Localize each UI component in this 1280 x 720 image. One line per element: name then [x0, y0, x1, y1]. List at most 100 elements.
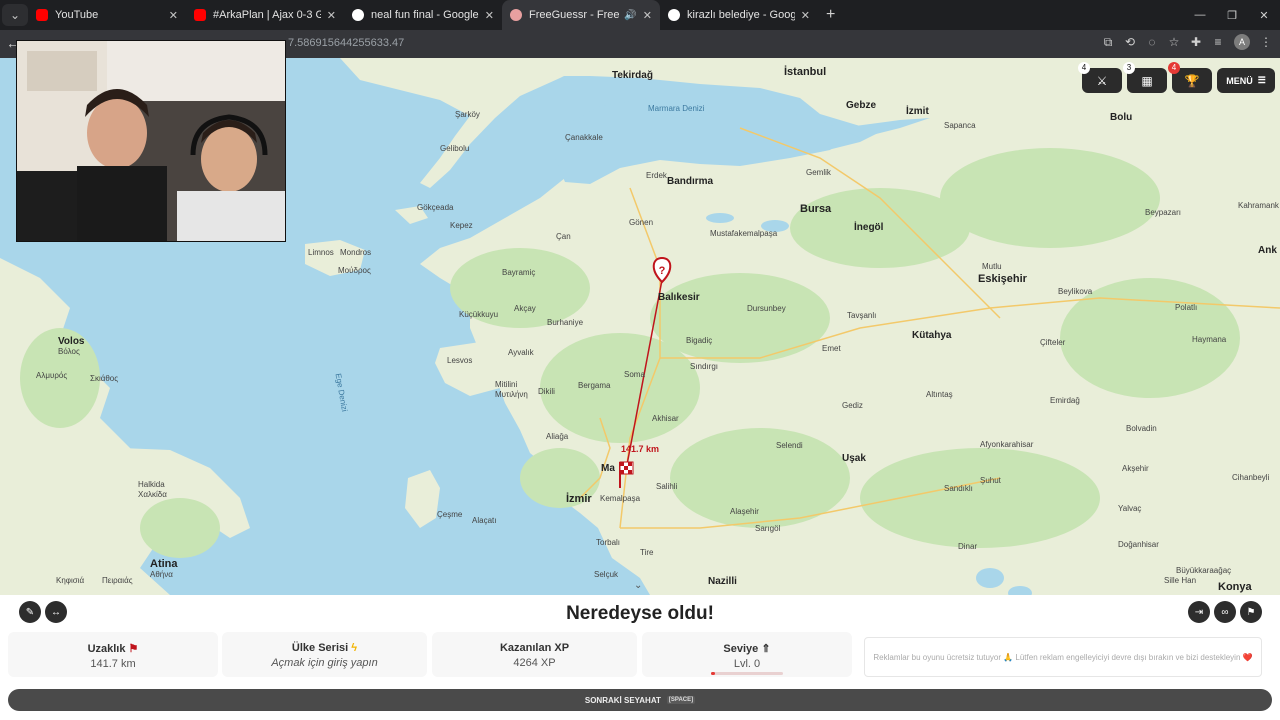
- stat-heading: Uzaklık: [87, 643, 126, 655]
- map-label: İzmir: [566, 493, 592, 505]
- close-tab-icon[interactable]: ✕: [169, 9, 178, 22]
- map-label: Emirdağ: [1050, 396, 1080, 405]
- bolt-icon: ϟ: [351, 642, 358, 654]
- next-round-button[interactable]: SONRAKİ SEYAHAT [SPACE]: [8, 689, 1272, 711]
- map-label: Şuhut: [980, 476, 1001, 485]
- trophy-badge: 4: [1168, 62, 1180, 74]
- close-tab-icon[interactable]: ✕: [327, 9, 336, 22]
- map-label: İnegöl: [854, 222, 884, 233]
- map-label: Σκιάθος: [90, 374, 119, 383]
- browser-tab[interactable]: #ArkaPlan | Ajax 0-3 Galatasa ✕: [186, 0, 344, 30]
- stat-heading: Seviye: [723, 643, 759, 655]
- map-label: Afyonkarahisar: [980, 440, 1034, 449]
- minimize-icon[interactable]: —: [1184, 9, 1216, 21]
- map-label: Limnos: [308, 248, 334, 257]
- map-label: Çifteler: [1040, 338, 1066, 347]
- map-label: Balıkesir: [658, 292, 700, 303]
- map-label: Bolvadin: [1126, 424, 1157, 433]
- map-label: Ma: [601, 463, 615, 474]
- map-label: Burhaniye: [547, 318, 584, 327]
- browser-tab-strip: ⌄ YouTube ✕ #ArkaPlan | Ajax 0-3 Galatas…: [0, 0, 1280, 30]
- close-window-icon[interactable]: ✕: [1248, 9, 1280, 22]
- result-title: Neredeyse oldu!: [566, 603, 714, 624]
- next-round-label: SONRAKİ SEYAHAT: [584, 695, 661, 705]
- map-label: Kahramank: [1238, 201, 1279, 210]
- trophy-icon: 🏆: [1184, 73, 1200, 88]
- leaderboard-button[interactable]: 🏆 4: [1168, 62, 1212, 93]
- browser-tab-active[interactable]: FreeGuessr - Free GeoGuess 🔊 ✕: [502, 0, 660, 30]
- stat-value[interactable]: Açmak için giriş yapın: [222, 657, 427, 669]
- map-label: Tire: [640, 548, 654, 557]
- profile-avatar[interactable]: A: [1234, 34, 1250, 50]
- shop-button[interactable]: ▦ 3: [1123, 62, 1167, 93]
- close-tab-icon[interactable]: ✕: [485, 9, 494, 22]
- land-chios: [405, 470, 440, 528]
- youtube-favicon-icon: [194, 9, 206, 21]
- map-label: Erdek: [646, 171, 667, 180]
- map-label: Beylikova: [1058, 287, 1093, 296]
- map-label: Gönen: [629, 218, 654, 227]
- map-label: Dinar: [958, 542, 978, 551]
- flag-icon: ⚑: [128, 643, 139, 655]
- map-label: Αθήνα: [150, 570, 173, 579]
- map-label: Beypazarı: [1145, 208, 1182, 217]
- tab-title: kirazlı belediye - Google'da Ara: [687, 9, 795, 21]
- map-label: Çan: [556, 232, 571, 241]
- url-text[interactable]: 7.586915644255633.47: [288, 37, 404, 49]
- browser-tab[interactable]: YouTube ✕: [28, 0, 186, 30]
- bookmark-star-icon[interactable]: ☆: [1168, 35, 1180, 49]
- map-label: Gemlik: [806, 168, 831, 177]
- map-label: Kütahya: [912, 330, 952, 341]
- eye-off-icon[interactable]: ◌: [1146, 35, 1158, 49]
- browser-tab[interactable]: neal fun final - Google'da Ara ✕: [344, 0, 502, 30]
- ad-notice: Reklamlar bu oyunu ücretsiz tutuyor 🙏 Lü…: [864, 637, 1262, 677]
- media-icon[interactable]: ≡: [1212, 35, 1224, 49]
- new-tab-icon[interactable]: +: [826, 6, 835, 24]
- map-label: Kepez: [450, 221, 473, 230]
- close-tab-icon[interactable]: ✕: [801, 9, 810, 22]
- map-label: İstanbul: [784, 66, 827, 78]
- close-tab-icon[interactable]: ✕: [643, 9, 652, 22]
- map-label: Gebze: [846, 100, 877, 111]
- map-label: Akhisar: [652, 414, 679, 423]
- map-label: Sındırgı: [690, 362, 719, 371]
- map-label: Αλμυρός: [36, 371, 68, 380]
- stat-level: Seviye ⇑ Lvl. 0: [642, 632, 852, 677]
- level-up-icon: ⇑: [761, 643, 771, 655]
- menu-button[interactable]: MENÜ ☰: [1217, 68, 1275, 93]
- map-label: Μούδρος: [338, 266, 371, 275]
- map-label: Nazilli: [708, 576, 737, 587]
- map-label: Bursa: [800, 203, 832, 215]
- map-label: Mustafakemalpaşa: [710, 229, 778, 238]
- map-label: Gediz: [842, 401, 863, 410]
- restore-icon[interactable]: ❐: [1216, 9, 1248, 22]
- map-label: Konya: [1218, 581, 1252, 593]
- shop-icon: ▦: [1141, 73, 1153, 88]
- translate-icon[interactable]: ⟲: [1124, 35, 1136, 49]
- map-label: Volos: [58, 336, 85, 347]
- stat-heading: Kazanılan XP: [499, 642, 570, 654]
- browser-tab[interactable]: kirazlı belediye - Google'da Ara ✕: [660, 0, 818, 30]
- map-label: Gökçeada: [417, 203, 454, 212]
- install-app-icon[interactable]: ⧉: [1102, 35, 1114, 50]
- collapse-chevron-icon[interactable]: ⌄: [634, 580, 642, 591]
- map-label: Şarköy: [455, 110, 480, 119]
- speaker-icon[interactable]: 🔊: [624, 10, 636, 21]
- tab-title: YouTube: [55, 9, 99, 21]
- map-label: Soma: [624, 370, 645, 379]
- map-label: Emet: [822, 344, 841, 353]
- toolbar-icons: ⧉ ⟲ ◌ ☆ ✚ ≡ A ⋮: [1102, 34, 1272, 50]
- level-progress-bar: [711, 672, 783, 675]
- map-label: Atina: [150, 558, 178, 570]
- map-label: Küçükkuyu: [459, 310, 499, 319]
- map-label: Çanakkale: [565, 133, 603, 142]
- extensions-icon[interactable]: ✚: [1190, 35, 1202, 49]
- battle-button[interactable]: ⚔ 4: [1078, 62, 1122, 93]
- map-label: Πειραιάς: [102, 576, 133, 585]
- kebab-menu-icon[interactable]: ⋮: [1260, 35, 1272, 49]
- map-label: Kemalpaşa: [600, 494, 641, 503]
- svg-text:?: ?: [659, 265, 666, 277]
- map-label: Doğanhisar: [1118, 540, 1159, 549]
- tab-search-button[interactable]: ⌄: [2, 4, 28, 26]
- map-label: Dursunbey: [747, 304, 786, 313]
